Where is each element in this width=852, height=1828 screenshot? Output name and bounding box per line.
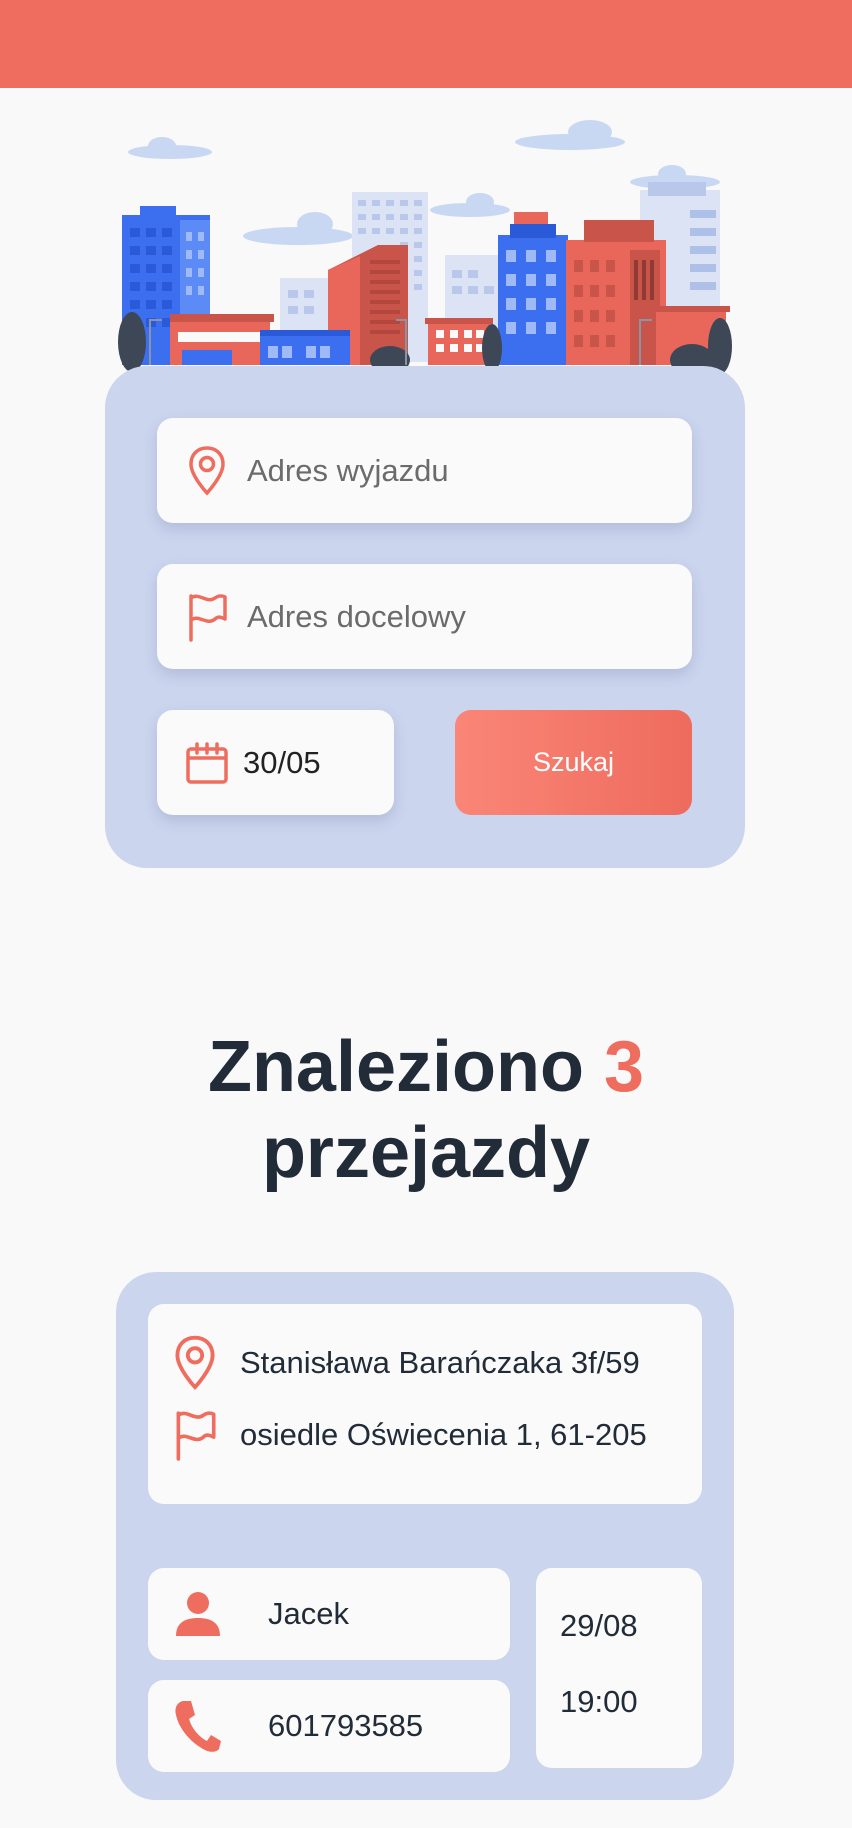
flag-icon [185,589,229,645]
results-title-prefix: Znaleziono [207,1027,584,1107]
driver-box: Jacek [148,1568,510,1660]
user-icon [170,1586,226,1642]
map-pin-icon [170,1334,220,1392]
ride-date: 29/08 [560,1608,638,1643]
driver-name: Jacek [268,1596,349,1631]
destination-address-input[interactable]: Adres docelowy [157,564,692,669]
search-form: Adres wyjazdu Adres docelowy 30/05 Szuka… [105,366,745,868]
results-count: 3 [603,1027,645,1107]
date-picker[interactable]: 30/05 [157,710,394,815]
map-pin-icon [185,443,229,499]
departure-address-input[interactable]: Adres wyjazdu [157,418,692,523]
datetime-box: 29/08 19:00 [536,1568,702,1768]
results-title-suffix: przejazdy [261,1113,591,1193]
phone-icon [170,1698,226,1754]
phone-number: 601793585 [268,1708,424,1743]
phone-box[interactable]: 601793585 [148,1680,510,1772]
city-skyline-illustration [118,120,732,372]
calendar-icon [185,735,229,791]
route-to-row: osiedle Oświecenia 1, 61-205 [148,1406,647,1464]
route-box: Stanisława Barańczaka 3f/59 osiedle Oświ… [148,1304,702,1504]
departure-address-placeholder: Adres wyjazdu [247,452,449,488]
results-title: Znaleziono 3 przejazdy [0,1024,852,1196]
route-to-address: osiedle Oświecenia 1, 61-205 [240,1417,647,1452]
destination-address-placeholder: Adres docelowy [247,598,466,634]
ride-time: 19:00 [560,1684,638,1719]
route-from-address: Stanisława Barańczaka 3f/59 [240,1345,640,1380]
route-from-row: Stanisława Barańczaka 3f/59 [148,1334,640,1392]
date-value: 30/05 [243,744,321,780]
flag-icon [170,1406,220,1464]
search-button[interactable]: Szukaj [455,710,692,815]
ride-card[interactable]: Stanisława Barańczaka 3f/59 osiedle Oświ… [116,1272,734,1800]
top-bar [0,0,852,88]
